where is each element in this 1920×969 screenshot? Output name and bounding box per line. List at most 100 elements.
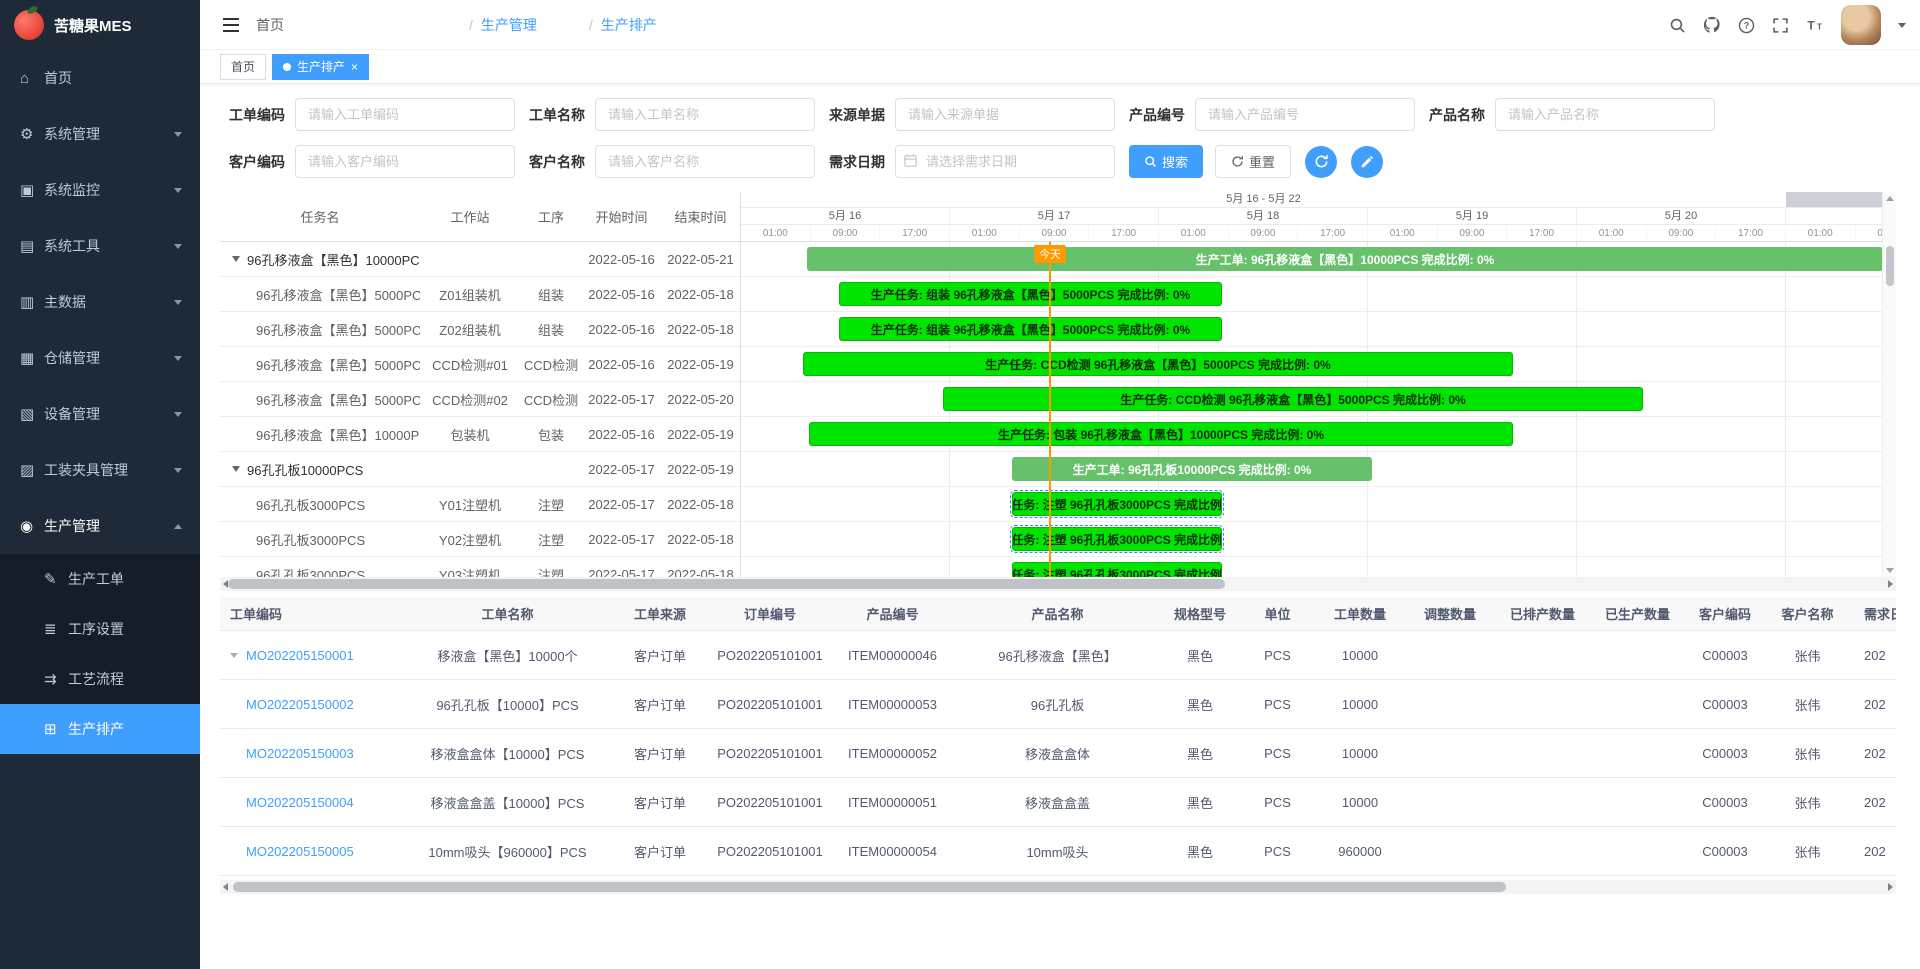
sidebar-subitem-work-order[interactable]: ✎生产工单	[0, 554, 200, 604]
sidebar-subitem-scheduling[interactable]: ⊞生产排产	[0, 704, 200, 754]
cell-4: ITEM00000046	[830, 648, 955, 663]
edit-button[interactable]	[1351, 146, 1383, 178]
gantt-task-row[interactable]: 96孔孔板3000PCSY01注塑机注塑2022-05-172022-05-18	[220, 487, 740, 522]
search-icon[interactable]	[1669, 17, 1686, 34]
avatar[interactable]	[1841, 5, 1881, 45]
breadcrumb-home[interactable]: 首页	[256, 15, 461, 35]
expand-arrow-icon[interactable]	[232, 256, 240, 262]
order-code-link[interactable]: MO202205150001	[246, 648, 354, 663]
scroll-down-arrow[interactable]	[1886, 568, 1894, 573]
fullscreen-icon[interactable]	[1772, 17, 1789, 34]
work-order-code-input[interactable]	[295, 98, 515, 131]
sidebar-item-home[interactable]: ⌂首页	[0, 50, 200, 106]
order-code-link[interactable]: MO202205150004	[246, 795, 354, 810]
sidebar-item-equipment[interactable]: ▧设备管理	[0, 386, 200, 442]
sidebar-item-fixture[interactable]: ▨工装夹具管理	[0, 442, 200, 498]
task-bar[interactable]: 生产任务: CCD检测 96孔移液盒【黑色】5000PCS 完成比例: 0%	[943, 387, 1643, 411]
task-bar[interactable]: 生产任务: 注塑 96孔孔板3000PCS 完成比例: 0%	[1012, 527, 1222, 551]
order-code-link[interactable]: MO202205150002	[246, 697, 354, 712]
task-bar[interactable]: 生产任务: 包装 96孔移液盒【黑色】10000PCS 完成比例: 0%	[809, 422, 1513, 446]
scroll-right-arrow[interactable]	[1888, 883, 1893, 891]
work-order-bar[interactable]: 生产工单: 96孔移液盒【黑色】10000PCS 完成比例: 0%	[807, 247, 1882, 271]
task-bar[interactable]: 生产任务: 注塑 96孔孔板3000PCS 完成比例: 0%	[1012, 562, 1222, 577]
table-row[interactable]: MO20220515000510mm吸头【960000】PCS客户订单PO202…	[220, 827, 1896, 876]
gantt-task-row[interactable]: 96孔孔板3000PCSY03注塑机注塑2022-05-172022-05-18	[220, 557, 740, 577]
task-bar[interactable]: 生产任务: CCD检测 96孔移液盒【黑色】5000PCS 完成比例: 0%	[803, 352, 1513, 376]
tab-production-scheduling[interactable]: 生产排产 ×	[272, 54, 369, 80]
row-expand-icon[interactable]	[230, 653, 238, 658]
github-icon[interactable]	[1703, 16, 1721, 34]
expand-arrow-icon[interactable]	[232, 466, 240, 472]
sidebar-item-system-monitor[interactable]: ▣系统监控	[0, 162, 200, 218]
gantt-task-row[interactable]: 96孔孔板10000PCS2022-05-172022-05-19	[220, 452, 740, 487]
work-order-name-input[interactable]	[595, 98, 815, 131]
sidebar-item-system-admin[interactable]: ⚙系统管理	[0, 106, 200, 162]
customer-code-input[interactable]	[295, 145, 515, 178]
scrollbar-thumb[interactable]	[233, 882, 1506, 892]
product-code-input[interactable]	[1195, 98, 1415, 131]
column-header-5: 产品名称	[955, 604, 1160, 623]
gantt-task-row[interactable]: 96孔移液盒【黑色】5000PCSZ02组装机组装2022-05-162022-…	[220, 312, 740, 347]
scroll-up-arrow[interactable]	[1886, 196, 1894, 201]
scrollbar-thumb[interactable]	[228, 579, 1225, 589]
table-row[interactable]: MO202205150001移液盒【黑色】10000个客户订单PO2022051…	[220, 631, 1896, 680]
help-icon[interactable]: ?	[1738, 17, 1755, 34]
gantt-bar-row: 生产任务: 注塑 96孔孔板3000PCS 完成比例: 0%	[741, 487, 1882, 522]
gantt-day-label: 5月 20	[1577, 208, 1786, 224]
work-order-bar[interactable]: 生产工单: 96孔孔板10000PCS 完成比例: 0%	[1012, 457, 1372, 481]
scrollbar-thumb[interactable]	[1886, 246, 1894, 286]
order-code-link[interactable]: MO202205150005	[246, 844, 354, 859]
cell-0: MO202205150005	[220, 844, 405, 859]
sidebar-item-warehouse[interactable]: ▦仓储管理	[0, 330, 200, 386]
task-name-cell: 96孔孔板3000PCS	[220, 495, 420, 514]
sidebar-item-production[interactable]: ◉生产管理	[0, 498, 200, 554]
gantt-bar-row: 生产工单: 96孔孔板10000PCS 完成比例: 0%	[741, 452, 1882, 487]
breadcrumb-production-management[interactable]: 生产管理	[481, 15, 581, 35]
sidebar-toggle-icon[interactable]	[222, 17, 240, 33]
demand-date-input[interactable]	[895, 145, 1115, 178]
reset-button[interactable]: 重置	[1215, 145, 1291, 178]
table-horizontal-scrollbar[interactable]	[220, 880, 1896, 894]
task-name-cell: 96孔移液盒【黑色】5000PCS	[220, 355, 420, 374]
gantt-horizontal-scrollbar[interactable]	[220, 577, 1896, 591]
caret-down-icon[interactable]	[1898, 23, 1906, 28]
gantt-bar-row: 生产任务: 注塑 96孔孔板3000PCS 完成比例: 0%	[741, 522, 1882, 557]
scroll-right-arrow[interactable]	[1888, 580, 1893, 588]
edit-icon: ✎	[44, 570, 68, 588]
column-header-7: 单位	[1240, 604, 1315, 623]
orders-table: 工单编码工单名称工单来源订单编号产品编号产品名称规格型号单位工单数量调整数量已排…	[220, 597, 1896, 876]
task-bar[interactable]: 生产任务: 注塑 96孔孔板3000PCS 完成比例: 0%	[1012, 492, 1222, 516]
product-name-input[interactable]	[1495, 98, 1715, 131]
gantt-task-row[interactable]: 96孔移液盒【黑色】5000PCSCCD检测#02CCD检测2022-05-17…	[220, 382, 740, 417]
column-header-14: 需求日期	[1850, 604, 1896, 623]
bar-label: 生产任务: 组装 96孔移液盒【黑色】5000PCS 完成比例: 0%	[871, 321, 1190, 338]
sidebar-item-system-tools[interactable]: ▤系统工具	[0, 218, 200, 274]
table-row[interactable]: MO20220515000296孔孔板【10000】PCS客户订单PO20220…	[220, 680, 1896, 729]
order-code-link[interactable]: MO202205150003	[246, 746, 354, 761]
gantt-vertical-scrollbar[interactable]	[1882, 192, 1896, 577]
sidebar-subitem-process-setting[interactable]: ≣工序设置	[0, 604, 200, 654]
sidebar-item-master-data[interactable]: ▥主数据	[0, 274, 200, 330]
table-row[interactable]: MO202205150003移液盒盒体【10000】PCS客户订单PO20220…	[220, 729, 1896, 778]
search-button[interactable]: 搜索	[1129, 145, 1203, 178]
gantt-task-row[interactable]: 96孔移液盒【黑色】5000PCSCCD检测#01CCD检测2022-05-16…	[220, 347, 740, 382]
gantt-task-row[interactable]: 96孔孔板3000PCSY02注塑机注塑2022-05-172022-05-18	[220, 522, 740, 557]
gantt-task-row[interactable]: 96孔移液盒【黑色】5000PCSZ01组装机组装2022-05-162022-…	[220, 277, 740, 312]
task-bar[interactable]: 生产任务: 组装 96孔移液盒【黑色】5000PCS 完成比例: 0%	[839, 282, 1222, 306]
gantt-task-row[interactable]: 96孔移液盒【黑色】10000PCS2022-05-162022-05-21	[220, 242, 740, 277]
close-icon[interactable]: ×	[351, 60, 358, 74]
refresh-button[interactable]	[1305, 146, 1337, 178]
source-doc-input[interactable]	[895, 98, 1115, 131]
sidebar-subitem-process-flow[interactable]: ⇉工艺流程	[0, 654, 200, 704]
tab-home[interactable]: 首页	[220, 54, 266, 80]
table-row[interactable]: MO202205150004移液盒盒盖【10000】PCS客户订单PO20220…	[220, 778, 1896, 827]
gantt-bar-row: 生产任务: 注塑 96孔孔板3000PCS 完成比例: 0%	[741, 557, 1882, 577]
gantt-bar-row: 生产任务: 包装 96孔移液盒【黑色】10000PCS 完成比例: 0%	[741, 417, 1882, 452]
breadcrumb-production-scheduling[interactable]: 生产排产	[601, 15, 721, 35]
cell-5: 移液盒盒体	[955, 744, 1160, 763]
scroll-left-arrow[interactable]	[223, 883, 228, 891]
customer-name-input[interactable]	[595, 145, 815, 178]
gantt-task-row[interactable]: 96孔移液盒【黑色】10000PCS包装机包装2022-05-162022-05…	[220, 417, 740, 452]
font-size-icon[interactable]: TT	[1806, 17, 1824, 33]
task-bar[interactable]: 生产任务: 组装 96孔移液盒【黑色】5000PCS 完成比例: 0%	[839, 317, 1222, 341]
